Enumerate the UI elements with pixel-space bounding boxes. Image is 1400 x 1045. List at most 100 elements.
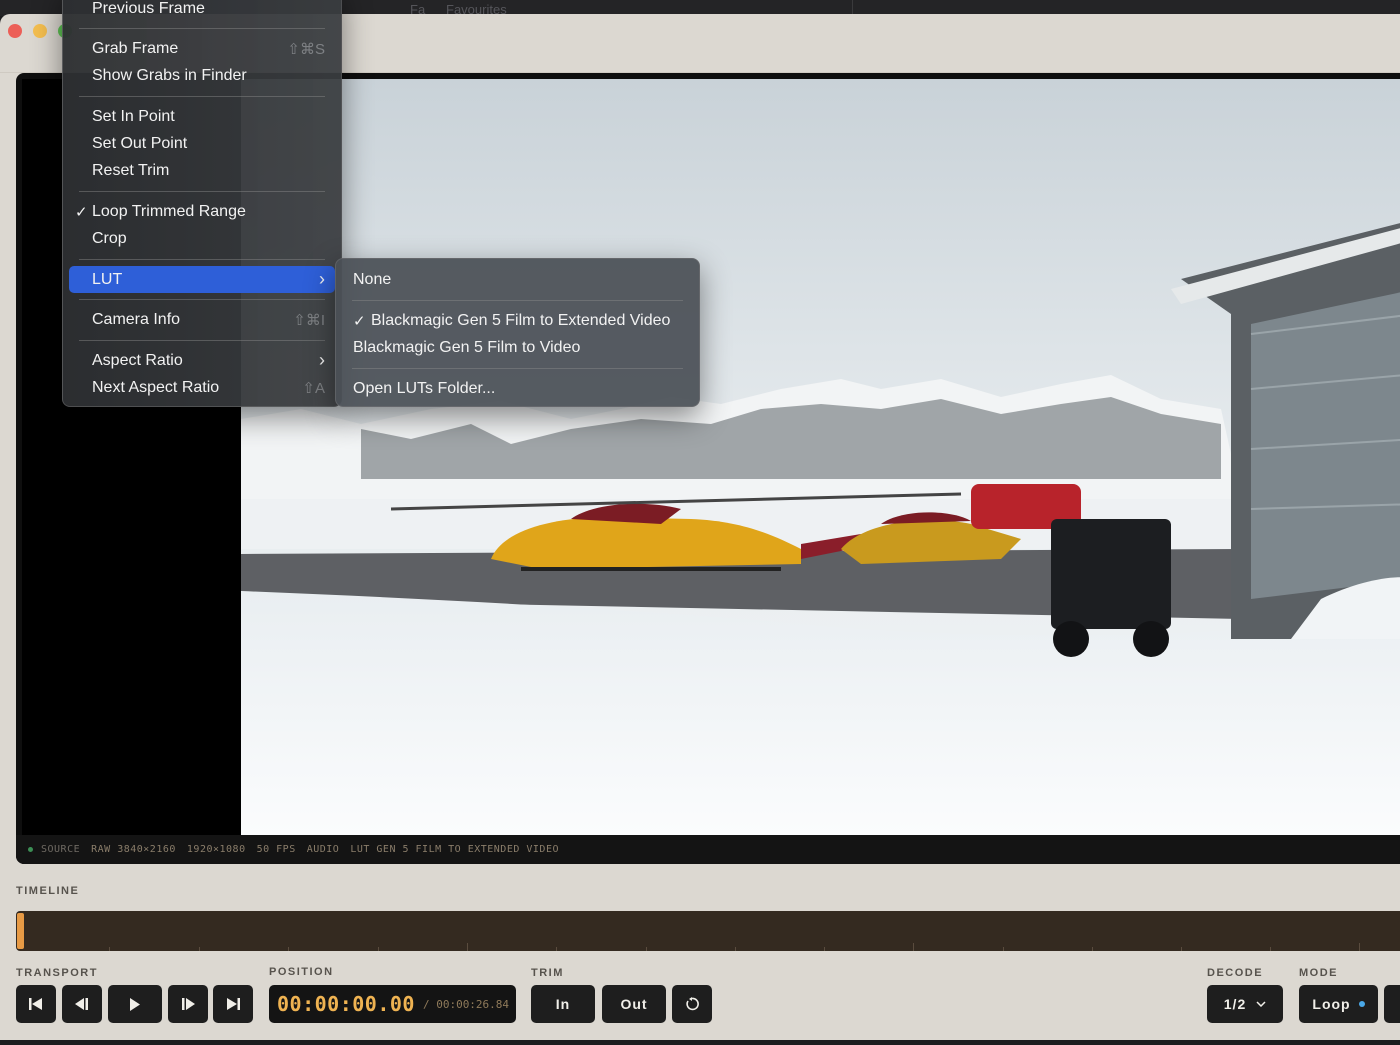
info-lut: LUT GEN 5 FILM TO EXTENDED VIDEO: [350, 844, 559, 855]
timeline-tick: [109, 947, 110, 951]
video-frame-image: [241, 79, 1400, 835]
skip-to-end-button[interactable]: [213, 985, 253, 1023]
checkmark-icon: ✓: [75, 203, 88, 221]
timecode-display[interactable]: 00:00:00.00 / 00:00:26.84: [269, 985, 516, 1023]
step-forward-button[interactable]: [168, 985, 208, 1023]
menu-item-label: Previous Frame: [92, 0, 205, 17]
timeline-tick: [378, 947, 379, 951]
menu-item-label: Blackmagic Gen 5 Film to Video: [353, 338, 581, 356]
timeline-playhead[interactable]: [17, 913, 24, 949]
menu-item-label: Next Aspect Ratio: [92, 378, 220, 396]
menu-shortcut: ⇧A: [302, 379, 325, 397]
source-info-bar: SOURCE RAW 3840×2160 1920×1080 50 FPS AU…: [16, 835, 1400, 864]
lut-item-open-folder[interactable]: Open LUTs Folder...: [342, 375, 693, 402]
play-button[interactable]: [108, 985, 162, 1023]
menu-separator: [79, 340, 325, 341]
timeline-tick: [1003, 947, 1004, 951]
set-in-button[interactable]: In: [531, 985, 595, 1023]
menu-item-label: Show Grabs in Finder: [92, 66, 247, 84]
position-label: POSITION: [269, 966, 334, 978]
video-frame: [241, 79, 1400, 835]
menu-item-next-aspect-ratio[interactable]: Next Aspect Ratio ⇧A: [69, 374, 335, 401]
info-resolution: 1920×1080: [186, 844, 246, 855]
menu-item-label: Set Out Point: [92, 134, 188, 152]
lut-item-extended-video[interactable]: ✓ Blackmagic Gen 5 Film to Extended Video: [342, 307, 693, 334]
step-back-icon: [75, 998, 88, 1010]
timeline-tick: [646, 947, 647, 951]
step-back-button[interactable]: [62, 985, 102, 1023]
play-icon: [130, 997, 140, 1011]
menu-item-crop[interactable]: Crop: [69, 225, 335, 252]
menu-item-reset-trim[interactable]: Reset Trim: [69, 157, 335, 184]
info-raw: RAW 3840×2160: [91, 844, 176, 855]
chevron-right-icon: ›: [319, 269, 325, 289]
minimize-window-button[interactable]: [33, 24, 47, 38]
info-source: SOURCE: [41, 844, 81, 855]
menu-item-label: Set In Point: [92, 107, 175, 125]
step-forward-icon: [182, 998, 195, 1010]
timeline-track[interactable]: [16, 911, 1400, 951]
trim-label: TRIM: [531, 967, 564, 979]
menu-separator: [79, 191, 325, 192]
skip-to-start-button[interactable]: [16, 985, 56, 1023]
menu-item-label: Grab Frame: [92, 39, 179, 57]
menu-item-loop-trimmed-range[interactable]: ✓ Loop Trimmed Range: [69, 198, 335, 225]
reset-icon: [686, 997, 699, 1011]
total-duration: / 00:00:26.84: [422, 997, 510, 1011]
menu-shortcut: ⇧⌘S: [287, 40, 325, 58]
timeline-tick: [1092, 947, 1093, 951]
menu-item-show-grabs[interactable]: Show Grabs in Finder: [69, 62, 335, 89]
menu-item-label: Open LUTs Folder...: [353, 379, 496, 397]
mode-label: MODE: [1299, 967, 1338, 979]
menu-item-set-in-point[interactable]: Set In Point: [69, 103, 335, 130]
bottom-window-strip: [0, 1040, 1400, 1045]
chevron-right-icon: ›: [319, 350, 325, 370]
skip-to-start-icon: [29, 998, 42, 1010]
menu-separator: [79, 259, 325, 260]
menu-item-aspect-ratio[interactable]: Aspect Ratio ›: [69, 347, 335, 374]
menu-item-label: None: [353, 270, 392, 288]
current-timecode: 00:00:00.00: [277, 992, 415, 1016]
menu-item-label: Loop Trimmed Range: [92, 202, 246, 220]
reset-trim-button[interactable]: [672, 985, 712, 1023]
close-window-button[interactable]: [8, 24, 22, 38]
status-dot: [28, 847, 33, 852]
timeline-label: TIMELINE: [16, 885, 80, 897]
menu-item-grab-frame[interactable]: Grab Frame ⇧⌘S: [69, 35, 335, 62]
chevron-down-icon: [1256, 1001, 1266, 1007]
overflow-control[interactable]: [1384, 985, 1400, 1023]
decode-select[interactable]: 1/2: [1207, 985, 1283, 1023]
menu-separator: [79, 96, 325, 97]
menu-item-label: Camera Info: [92, 310, 181, 328]
timeline-tick: [1359, 943, 1360, 951]
menu-separator: [352, 368, 683, 369]
menu-item-lut[interactable]: LUT ›: [69, 266, 335, 293]
decode-value: 1/2: [1223, 996, 1247, 1012]
menu-separator: [352, 300, 683, 301]
timeline-tick: [824, 947, 825, 951]
menu-item-camera-info[interactable]: Camera Info ⇧⌘I: [69, 306, 335, 333]
checkmark-icon: ✓: [353, 312, 366, 330]
menu-item-label: LUT: [92, 270, 123, 288]
mode-button[interactable]: Loop: [1299, 985, 1378, 1023]
menu-item-previous-frame[interactable]: Previous Frame: [69, 0, 335, 22]
menu-item-label: Crop: [92, 229, 127, 247]
set-out-button[interactable]: Out: [602, 985, 666, 1023]
timeline-tick: [735, 947, 736, 951]
menu-item-label: Aspect Ratio: [92, 351, 183, 369]
timeline-tick: [913, 943, 914, 951]
decode-label: DECODE: [1207, 967, 1264, 979]
menu-item-set-out-point[interactable]: Set Out Point: [69, 130, 335, 157]
lut-submenu: None ✓ Blackmagic Gen 5 Film to Extended …: [335, 258, 700, 407]
timeline-tick: [556, 947, 557, 951]
info-audio: AUDIO: [306, 844, 340, 855]
lut-item-none[interactable]: None: [342, 266, 693, 293]
lut-item-video[interactable]: Blackmagic Gen 5 Film to Video: [342, 334, 693, 361]
menu-item-label: Blackmagic Gen 5 Film to Extended Video: [371, 311, 671, 329]
mode-value: Loop: [1312, 996, 1351, 1012]
menu-separator: [79, 299, 325, 300]
transport-label: TRANSPORT: [16, 967, 98, 979]
menu-separator: [79, 28, 325, 29]
timeline-tick: [1270, 947, 1271, 951]
mode-indicator-dot: [1358, 1001, 1365, 1007]
